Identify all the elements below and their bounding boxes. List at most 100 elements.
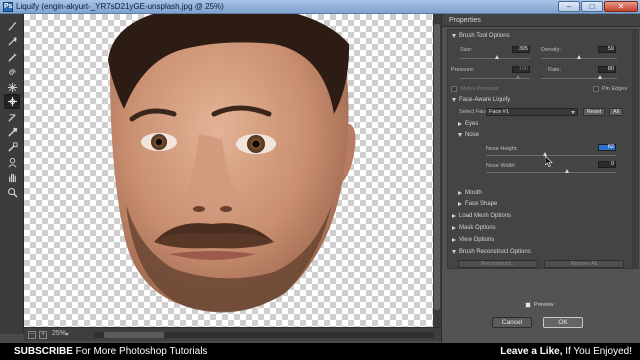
minimize-button[interactable]: – [558,1,580,12]
chevron-down-icon [452,98,456,102]
properties-panel: Properties Brush Tool Options Size: 395 … [441,14,640,343]
vertical-scrollbar[interactable] [433,14,441,327]
subscribe-rest: For More Photoshop Tutorials [72,346,208,357]
section-brush-reconstruct-options[interactable]: Brush Reconstruct Options [452,249,531,255]
scroll-thumb[interactable] [104,332,164,338]
hand-icon[interactable] [4,170,20,185]
section-title: Mouth [465,190,482,196]
pressure-label: Pressure: [451,67,475,73]
scroll-thumb[interactable] [434,24,440,310]
status-bar: − + 25% [24,327,441,341]
density-field[interactable]: 50 [598,46,616,53]
size-slider-thumb[interactable] [495,55,499,59]
section-mouth[interactable]: Mouth [458,190,482,196]
section-mask-options[interactable]: Mask Options [452,225,496,231]
section-title: Brush Reconstruct Options [459,249,531,255]
tool-bar [0,14,24,334]
rate-slider-thumb[interactable] [598,75,602,79]
stylus-pressure-checkbox[interactable] [451,86,457,92]
reconstruct-button[interactable]: Reconstruct... [458,260,538,268]
section-title: Brush Tool Options [459,33,510,39]
portrait-photo [108,14,356,313]
chevron-down-icon [452,34,456,38]
ok-button[interactable]: OK [543,317,583,328]
chevron-down-icon [452,250,456,254]
density-label: Density: [541,47,561,53]
stylus-pressure-label: Stylus Pressure [460,86,499,92]
chevron-right-icon [458,202,462,206]
mouse-cursor-icon [545,156,553,167]
zoom-icon[interactable] [4,185,20,200]
select-face-value: Face #1 [489,109,509,115]
nose-width-slider-thumb[interactable] [565,169,569,173]
face-tool-icon[interactable] [4,94,20,109]
chevron-right-icon [458,122,462,126]
chevron-right-icon [452,214,456,218]
close-button[interactable]: ✕ [604,1,638,12]
zoom-out-button[interactable]: − [28,331,36,339]
zoom-in-button[interactable]: + [39,331,47,339]
properties-scroll-area: Brush Tool Options Size: 395 Density: 50… [447,29,639,269]
preview-checkbox[interactable] [525,302,531,308]
preview-label: Preview [534,302,554,308]
push-left-icon[interactable] [4,110,20,125]
freeze-mask-icon[interactable] [4,125,20,140]
section-view-options[interactable]: View Options [452,237,494,243]
section-eyes[interactable]: Eyes [458,121,478,127]
size-label: Size: [460,47,473,53]
section-nose[interactable]: Nose [458,132,479,138]
chevron-right-icon [458,191,462,195]
chevron-right-icon [452,238,456,242]
section-title: Mask Options [459,225,496,231]
title-bar[interactable]: Ps Liquify (engin-akyurt-_YR7sD21yGE-uns… [0,0,640,14]
rate-slider[interactable] [541,78,617,79]
nose-width-field[interactable]: 0 [598,161,616,168]
forward-warp-icon[interactable] [4,19,20,34]
select-face-dropdown[interactable]: Face #1 [486,108,578,116]
section-load-mesh-options[interactable]: Load Mesh Options [452,213,511,219]
cancel-button[interactable]: Cancel [492,317,532,328]
chevron-down-icon [458,133,462,137]
size-field[interactable]: 395 [512,46,530,53]
chevron-right-icon [452,226,456,230]
section-face-aware-liquify[interactable]: Face-Aware Liquify [452,97,510,103]
face-icon[interactable] [4,155,20,170]
twirl-icon[interactable] [4,65,20,80]
nose-width-label: Nose Width: [486,163,516,169]
reset-button[interactable]: Reset [583,108,605,116]
pucker-icon[interactable] [4,80,20,95]
pin-edges-checkbox[interactable] [593,86,599,92]
nose-height-field[interactable]: 62 [598,144,616,151]
chevron-down-icon [571,111,575,114]
section-title: View Options [459,237,495,243]
density-slider-thumb[interactable] [577,55,581,59]
smooth-icon[interactable] [4,50,20,65]
section-brush-tool-options[interactable]: Brush Tool Options [452,33,510,39]
maximize-button[interactable]: □ [581,1,603,12]
section-title: Face Shape [465,201,498,207]
thaw-mask-icon[interactable] [4,140,20,155]
chevron-down-icon[interactable] [65,333,69,336]
horizontal-scrollbar[interactable] [94,332,434,338]
subscribe-bold: SUBSCRIBE [14,346,73,357]
pressure-slider-thumb[interactable] [516,75,520,79]
like-rest: If You Enjoyed! [562,346,632,357]
subscribe-text: SUBSCRIBE For More Photoshop Tutorials [14,343,207,360]
like-bold: Leave a Like, [500,346,563,357]
liquify-window: Ps Liquify (engin-akyurt-_YR7sD21yGE-uns… [0,0,640,343]
panel-scrollbar[interactable] [632,30,637,268]
rate-field[interactable]: 80 [598,66,616,73]
pressure-field[interactable]: 100 [512,66,530,73]
image-canvas[interactable] [24,14,433,327]
section-face-shape[interactable]: Face Shape [458,201,497,207]
rate-label: Rate: [548,67,562,73]
photoshop-app-icon: Ps [3,2,13,12]
restore-all-button[interactable]: Restore All [544,260,624,268]
reconstruct-icon[interactable] [4,34,20,49]
zoom-level[interactable]: 25% [52,330,66,337]
all-button[interactable]: All [609,108,623,116]
panel-title: Properties [442,14,640,27]
nose-height-label: Nose Height: [486,146,518,152]
nose-width-slider[interactable] [486,172,616,173]
window-title: Liquify (engin-akyurt-_YR7sD21yGE-unspla… [16,2,224,11]
